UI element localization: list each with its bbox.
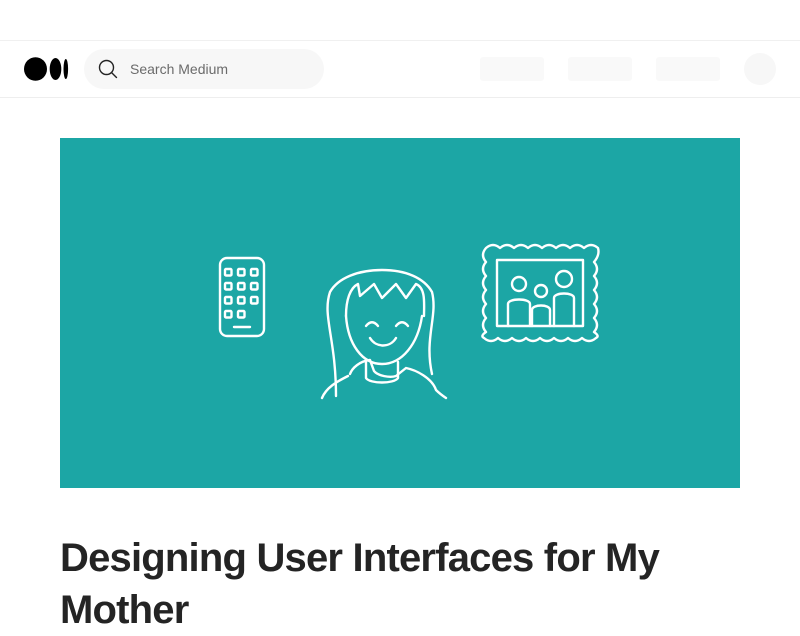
phone-icon	[218, 256, 266, 338]
nav-placeholder-1[interactable]	[480, 57, 544, 81]
navbar	[0, 41, 800, 98]
top-bar	[0, 0, 800, 41]
nav-placeholder-3[interactable]	[656, 57, 720, 81]
family-picture-icon	[481, 243, 600, 343]
hero-image	[60, 138, 740, 488]
search-bar[interactable]	[84, 49, 324, 89]
girl-icon	[320, 268, 448, 400]
avatar[interactable]	[744, 53, 776, 85]
article-title: Designing User Interfaces for My Mother	[60, 536, 660, 632]
medium-logo[interactable]	[24, 57, 70, 81]
search-icon[interactable]	[98, 59, 118, 79]
nav-placeholder-2[interactable]	[568, 57, 632, 81]
search-input[interactable]	[130, 49, 310, 89]
